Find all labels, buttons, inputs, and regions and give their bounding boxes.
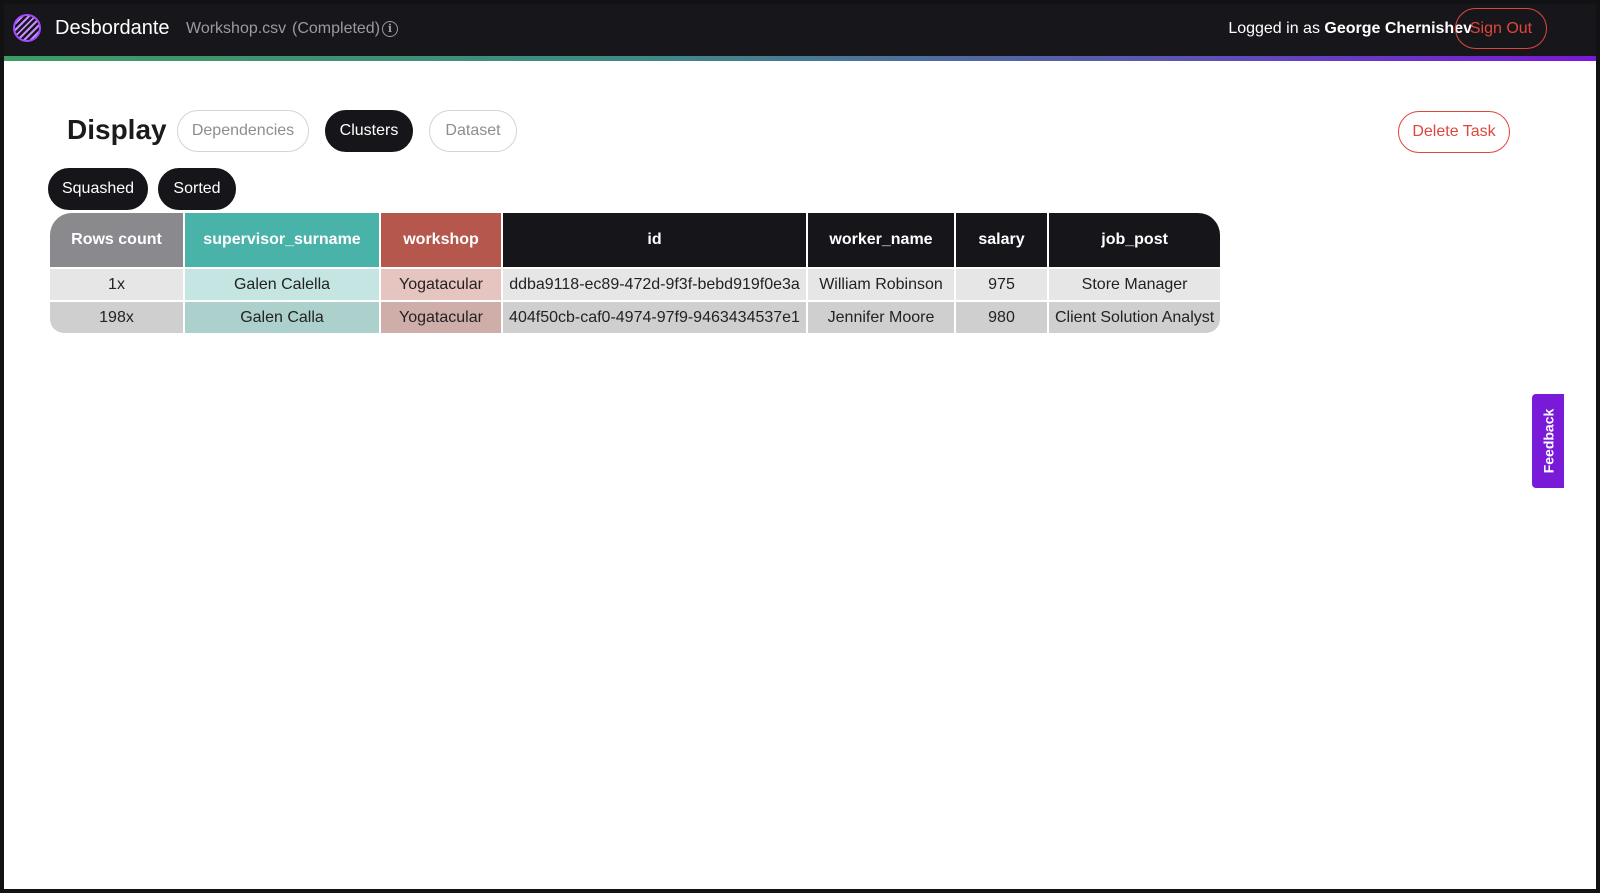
squashed-toggle[interactable]: Squashed bbox=[48, 168, 148, 210]
cell-job-post: Store Manager bbox=[1049, 269, 1221, 300]
cluster-table: Rows count supervisor_surname workshop i… bbox=[48, 211, 1222, 335]
top-navbar: Desbordante Workshop.csv (Completed) i L… bbox=[4, 4, 1596, 56]
delete-task-button[interactable]: Delete Task bbox=[1398, 111, 1510, 153]
cell-supervisor-surname: Galen Calella bbox=[185, 269, 379, 300]
cell-worker-name: William Robinson bbox=[808, 269, 954, 300]
cell-job-post: Client Solution Analyst bbox=[1049, 302, 1221, 333]
logged-in-prefix: Logged in as bbox=[1228, 20, 1325, 37]
column-header-salary[interactable]: salary bbox=[956, 213, 1047, 267]
app-frame: Desbordante Workshop.csv (Completed) i L… bbox=[4, 4, 1596, 889]
desbordante-logo-icon[interactable] bbox=[13, 14, 41, 42]
column-header-id[interactable]: id bbox=[503, 213, 806, 267]
sign-out-button[interactable]: Sign Out bbox=[1455, 8, 1547, 49]
cell-supervisor-surname: Galen Calla bbox=[185, 302, 379, 333]
cell-salary: 975 bbox=[956, 269, 1047, 300]
column-header-rows-count[interactable]: Rows count bbox=[50, 213, 183, 267]
brand-name[interactable]: Desbordante bbox=[55, 17, 170, 40]
cell-rows-count: 1x bbox=[50, 269, 183, 300]
feedback-label: Feedback bbox=[1540, 408, 1556, 474]
table-row: 1x Galen Calella Yogatacular ddba9118-ec… bbox=[50, 269, 1221, 300]
tab-clusters[interactable]: Clusters bbox=[325, 110, 413, 152]
user-name: George Chernishev bbox=[1324, 20, 1472, 37]
column-header-job-post[interactable]: job_post bbox=[1049, 213, 1221, 267]
tab-dataset[interactable]: Dataset bbox=[429, 110, 517, 152]
column-header-worker-name[interactable]: worker_name bbox=[808, 213, 954, 267]
logged-in-label: Logged in as George Chernishev bbox=[1228, 20, 1472, 38]
cell-workshop: Yogatacular bbox=[381, 269, 501, 300]
table-header-row: Rows count supervisor_surname workshop i… bbox=[50, 213, 1221, 267]
cell-rows-count: 198x bbox=[50, 302, 183, 333]
cell-salary: 980 bbox=[956, 302, 1047, 333]
file-name: Workshop.csv bbox=[186, 20, 287, 37]
cell-id: ddba9118-ec89-472d-9f3f-bebd919f0e3a bbox=[503, 269, 806, 300]
column-header-workshop[interactable]: workshop bbox=[381, 213, 501, 267]
tab-dependencies[interactable]: Dependencies bbox=[177, 110, 309, 152]
sorted-toggle[interactable]: Sorted bbox=[158, 168, 236, 210]
feedback-tab[interactable]: Feedback bbox=[1532, 394, 1564, 488]
file-status: (Completed) bbox=[292, 20, 381, 37]
cell-id: 404f50cb-caf0-4974-97f9-9463434537e1 bbox=[503, 302, 806, 333]
header-gradient-divider bbox=[4, 56, 1596, 61]
cell-workshop: Yogatacular bbox=[381, 302, 501, 333]
table-row: 198x Galen Calla Yogatacular 404f50cb-ca… bbox=[50, 302, 1221, 333]
info-icon[interactable]: i bbox=[382, 21, 398, 37]
column-header-supervisor-surname[interactable]: supervisor_surname bbox=[185, 213, 379, 267]
page-title: Display bbox=[67, 114, 167, 145]
cell-worker-name: Jennifer Moore bbox=[808, 302, 954, 333]
